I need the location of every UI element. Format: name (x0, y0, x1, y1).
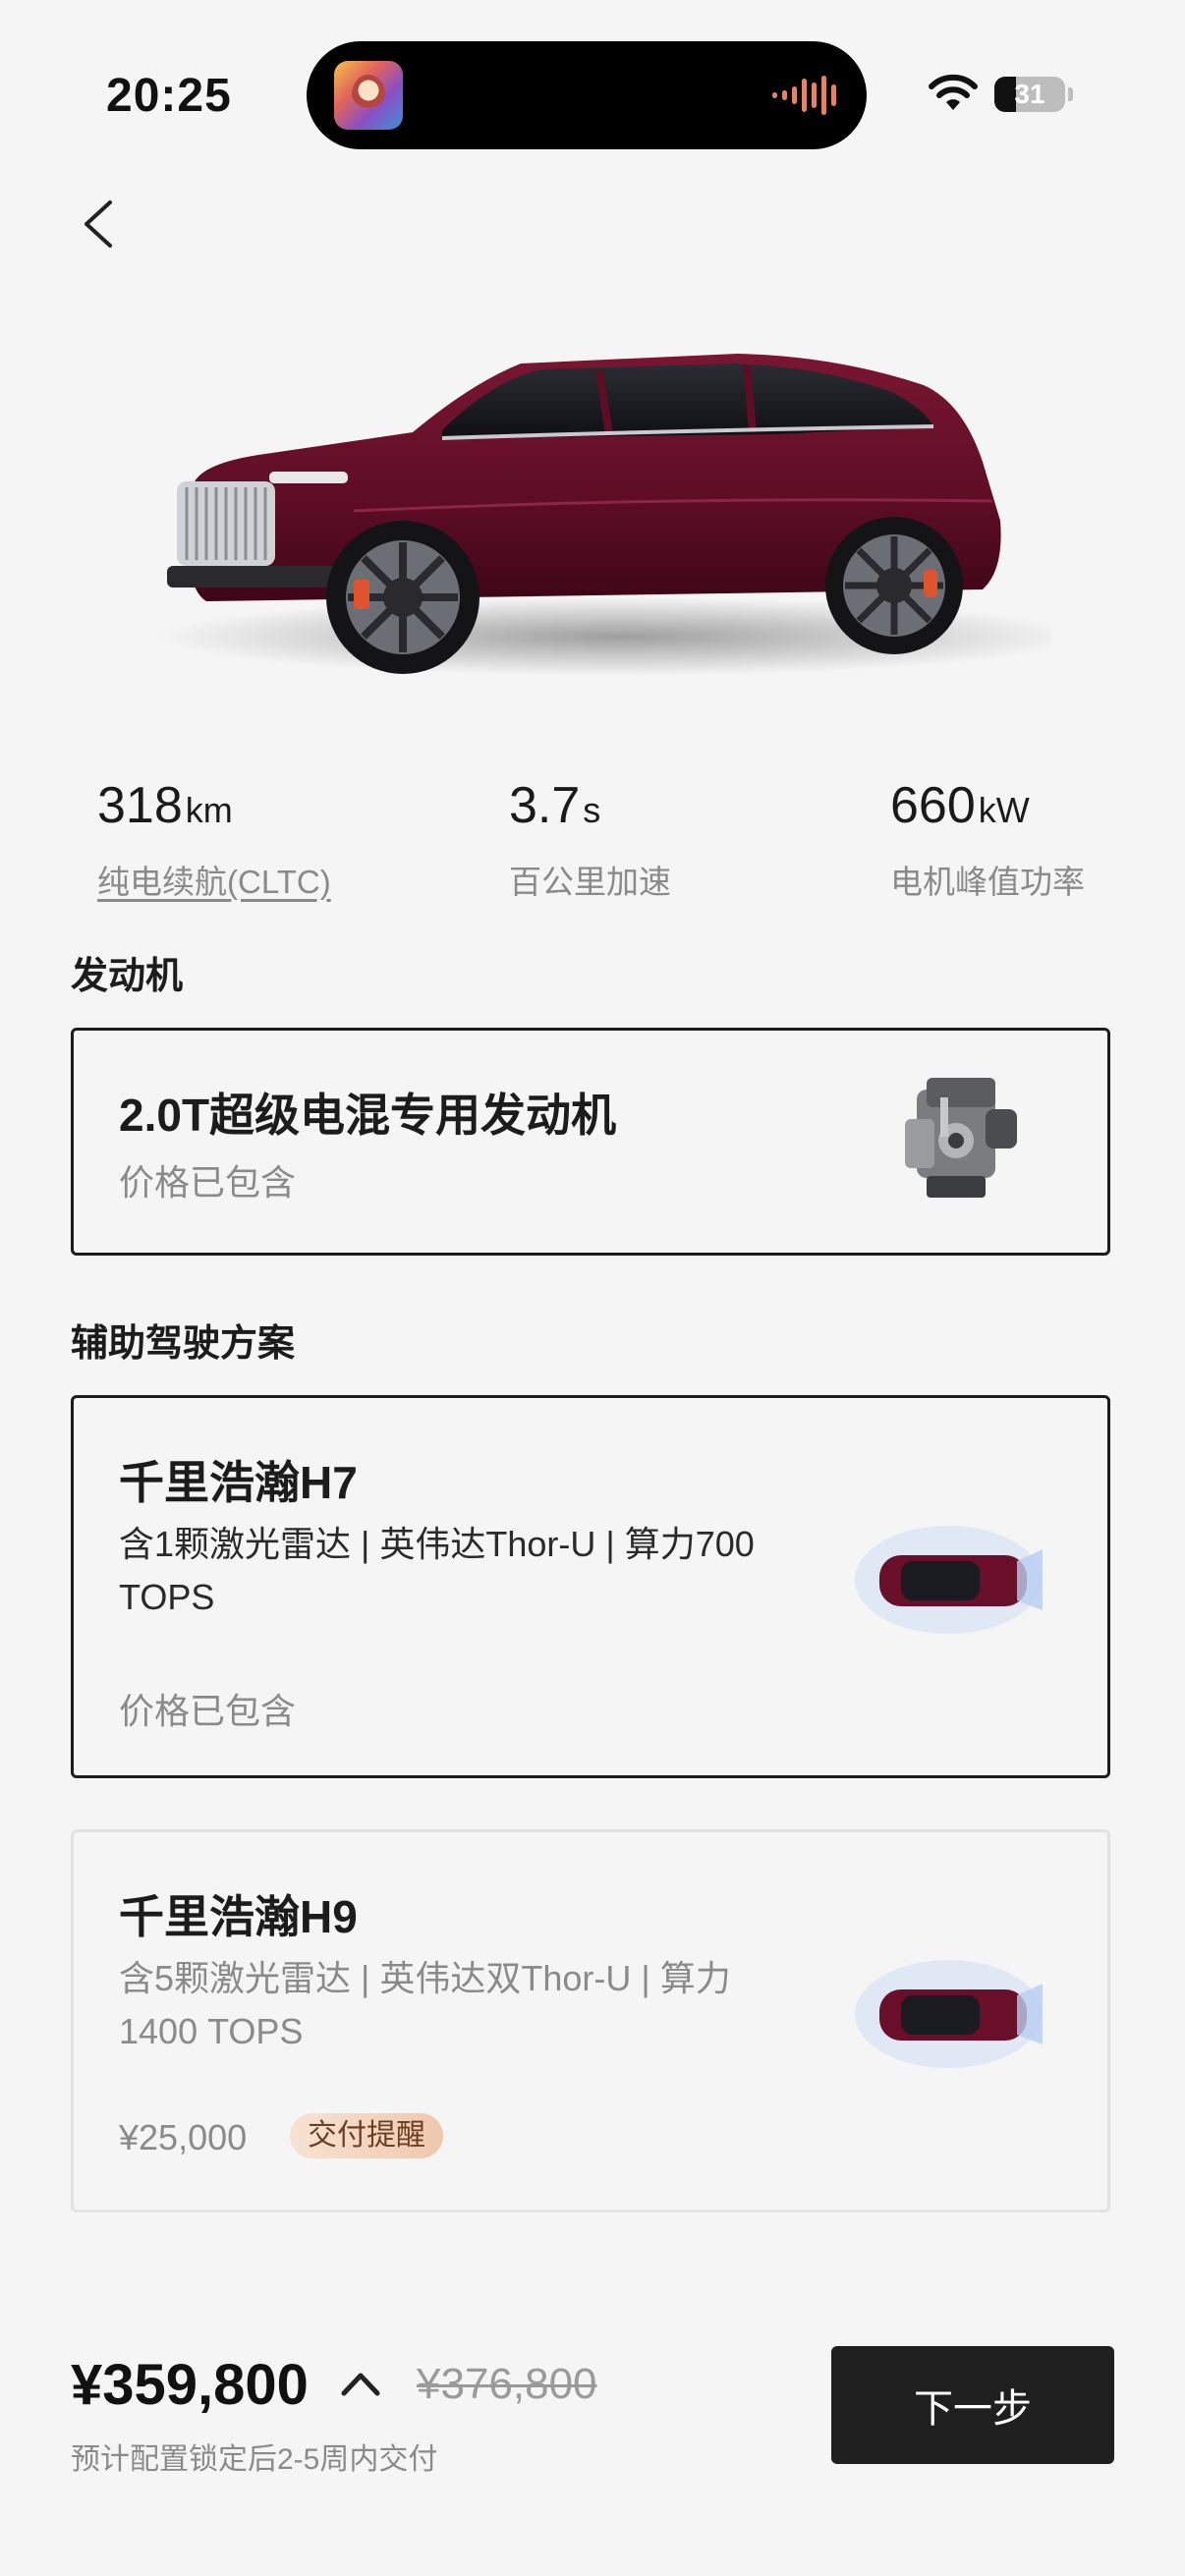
spec-power-unit: kW (978, 790, 1030, 830)
dynamic-island[interactable] (307, 41, 867, 149)
spec-acceleration-value: 3.7 (509, 777, 581, 834)
spec-acceleration: 3.7s 百公里加速 (509, 776, 671, 903)
adas-option-h9-price: ¥25,000 (119, 2117, 248, 2157)
chevron-left-icon (85, 200, 112, 248)
back-button[interactable] (69, 189, 128, 259)
spec-power-value: 660 (890, 777, 976, 834)
adas-option-h9-title: 千里浩瀚H9 (119, 1891, 358, 1942)
adas-option-h9-desc: 含5颗激光雷达 | 英伟达双Thor-U | 算力1400 TOPS (119, 1958, 731, 2051)
engine-option-title: 2.0T超级电混专用发动机 (119, 1090, 617, 1141)
next-step-button[interactable]: 下一步 (831, 2346, 1114, 2464)
adas-option-h7-desc: 含1颗激光雷达 | 英伟达Thor-U | 算力700 TOPS (119, 1524, 755, 1617)
spec-acceleration-label: 百公里加速 (509, 864, 671, 900)
adas-option-h7-card[interactable]: 千里浩瀚H7 含1颗激光雷达 | 英伟达Thor-U | 算力700 TOPS … (71, 1395, 1110, 1778)
total-price: ¥359,800 (71, 2353, 309, 2417)
battery-percent: 31 (1014, 79, 1045, 109)
engine-image (905, 1078, 1017, 1198)
wifi-icon (929, 74, 978, 110)
spec-range-unit: km (185, 790, 233, 830)
adas-option-h9-card[interactable]: 千里浩瀚H9 含5颗激光雷达 | 英伟达双Thor-U | 算力1400 TOP… (71, 1829, 1110, 2212)
now-playing-artwork (334, 61, 403, 130)
spec-power-label: 电机峰值功率 (890, 864, 1085, 900)
car-hero-image (157, 354, 1051, 676)
delivery-note: 预计配置锁定后2-5周内交付 (71, 2443, 438, 2476)
adas-option-h7-title: 千里浩瀚H7 (119, 1457, 358, 1508)
spec-power: 660kW 电机峰值功率 (890, 776, 1085, 903)
original-price: ¥376,800 (417, 2360, 597, 2408)
engine-option-price: 价格已包含 (119, 1162, 297, 1203)
car-top-view-image (855, 1960, 1043, 2068)
engine-option-card[interactable]: 2.0T超级电混专用发动机 价格已包含 (71, 1028, 1110, 1256)
adas-option-h7-price: 价格已包含 (119, 1691, 297, 1731)
engine-section-title: 发动机 (71, 956, 184, 997)
audio-waveform-icon (772, 75, 837, 116)
car-top-view-image (855, 1526, 1043, 1634)
adas-section-title: 辅助驾驶方案 (71, 1323, 296, 1365)
spec-range-label-link[interactable]: 纯电续航(CLTC) (97, 856, 331, 903)
spec-acceleration-unit: s (583, 790, 601, 830)
delivery-reminder-badge: 交付提醒 (290, 2113, 443, 2158)
spec-range-value: 318 (97, 777, 183, 834)
spec-range: 318km 纯电续航(CLTC) (97, 776, 331, 903)
battery-cap (1068, 87, 1073, 101)
caret-up-icon[interactable] (340, 2368, 381, 2397)
status-time: 20:25 (106, 70, 232, 122)
battery-icon: 31 (994, 77, 1065, 112)
